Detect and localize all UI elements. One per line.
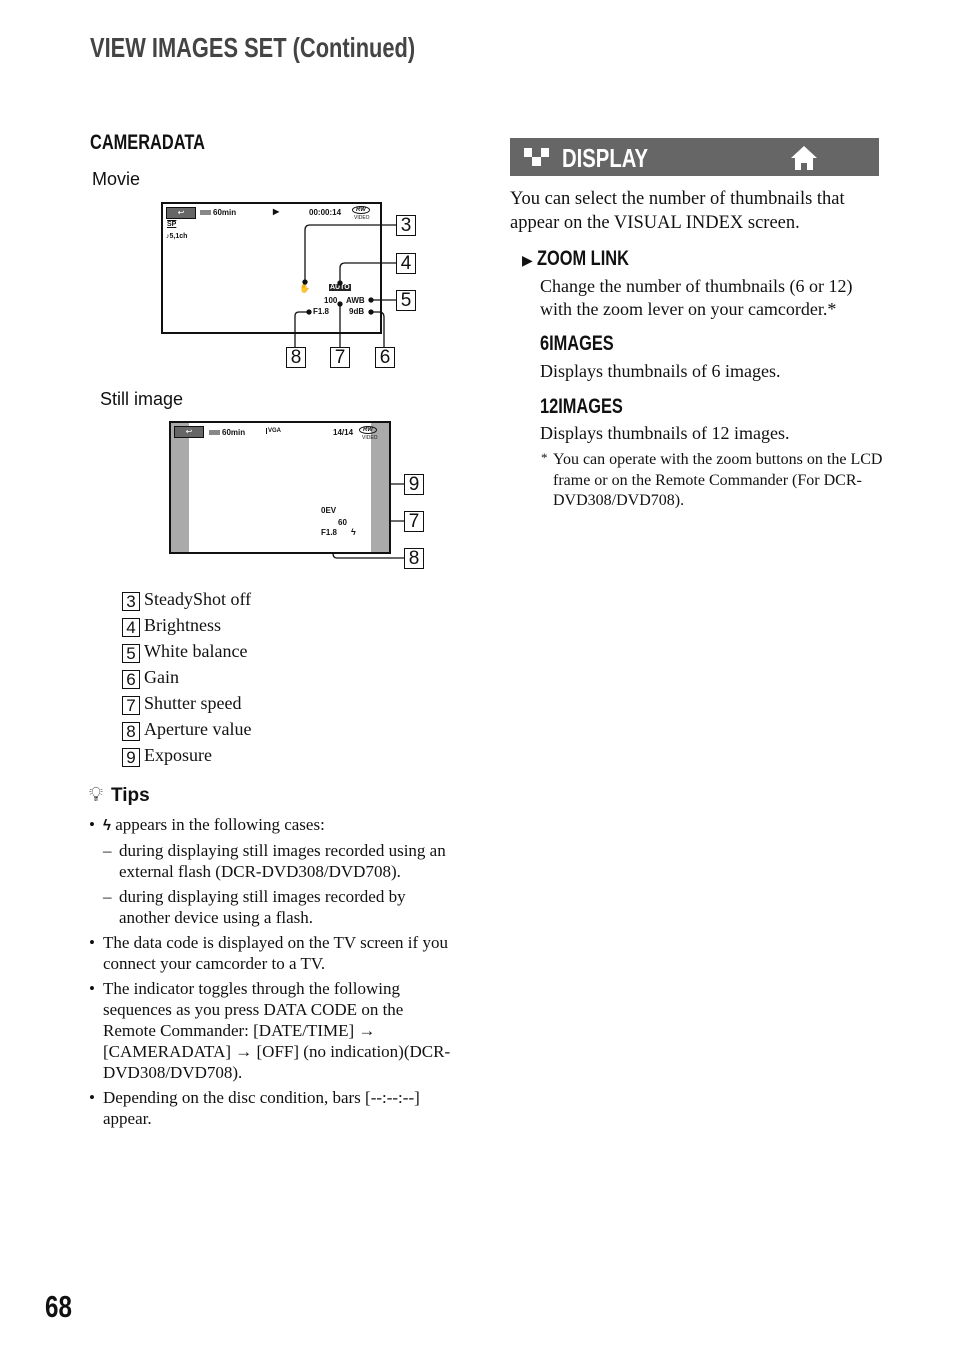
legend-num: 4: [122, 618, 140, 637]
image-size: VGA: [266, 428, 282, 434]
legend-num: 8: [122, 722, 140, 741]
tip-text: during displaying still images recorded …: [119, 841, 446, 881]
legend-label: Exposure: [144, 745, 212, 765]
side-bar-right: [371, 423, 389, 552]
tip-item: • ϟ appears in the following cases:: [89, 815, 325, 834]
callout-7: 7: [404, 511, 424, 532]
battery-text: 60min: [222, 428, 246, 437]
page-number: 68: [45, 1289, 72, 1324]
legend-label: SteadyShot off: [144, 589, 252, 609]
option-heading: 6IMAGES: [540, 332, 614, 355]
legend-item: 5 White balance: [122, 641, 248, 663]
option-text: Displays thumbnails of 12 images.: [540, 423, 790, 443]
disc-rw-icon: RW: [359, 426, 377, 434]
side-bar-left: [171, 423, 189, 552]
aperture: F1.8: [321, 528, 338, 537]
tips-heading: Tips: [111, 785, 150, 806]
option-text: Displays thumbnails of 6 images.: [540, 361, 781, 381]
tip-text: The data code is displayed on the TV scr…: [103, 933, 448, 973]
option-zoom-link: ▶ ZOOM LINK: [522, 247, 655, 271]
option-heading: ZOOM LINK: [536, 247, 629, 270]
lightbulb-icon: 💡︎: [89, 784, 103, 806]
legend-item: 3 SteadyShot off: [122, 589, 252, 611]
tip-text: during displaying still images recorded …: [119, 887, 406, 927]
tip-item: • The indicator toggles through the follo…: [89, 979, 451, 1082]
tips-heading-row: 💡︎ Tips: [89, 784, 150, 807]
battery-indicator: 60min: [209, 428, 245, 437]
callout-3: 3: [396, 215, 416, 236]
arrow-right-icon: ▶: [522, 252, 533, 268]
display-section-bar: DISPLAY: [510, 138, 879, 176]
legend-label: Brightness: [144, 615, 222, 635]
disc-sub: VIDEO: [362, 435, 378, 441]
display-intro: You can select the number of thumbnails …: [510, 189, 845, 233]
display-title: DISPLAY: [562, 143, 649, 173]
legend-item: 7 Shutter speed: [122, 693, 242, 715]
callout-4: 4: [396, 253, 416, 274]
legend-label: Gain: [144, 667, 179, 687]
footnote: You can operate with the zoom buttons on…: [553, 451, 883, 509]
flash-icon: ϟ: [103, 817, 111, 834]
home-icon[interactable]: [790, 145, 818, 176]
legend-num: 3: [122, 592, 140, 611]
callout-8: 8: [404, 548, 424, 569]
exposure: 0EV: [321, 506, 337, 515]
option-text: Change the number of thumbnails (6 or 12…: [540, 276, 853, 319]
image-counter: 14/14: [333, 428, 354, 437]
legend-item: 9 Exposure: [122, 745, 212, 767]
option-heading: 12IMAGES: [540, 395, 623, 418]
tip-text: appears in the following cases:: [115, 815, 325, 834]
legend-item: 8 Aperture value: [122, 719, 252, 741]
legend-num: 7: [122, 696, 140, 715]
callout-9: 9: [404, 474, 424, 495]
footnote-mark: *: [541, 450, 548, 465]
flash-icon: ϟ: [351, 527, 356, 537]
legend-item: 6 Gain: [122, 667, 179, 689]
callout-6: 6: [375, 347, 395, 368]
tip-subitem: – during displaying still images recorded…: [103, 887, 406, 927]
still-image-label: Still image: [100, 389, 184, 409]
legend-label: Aperture value: [144, 719, 252, 739]
tip-text: Depending on the disc condition, bars [-…: [103, 1088, 420, 1128]
legend-item: 4 Brightness: [122, 615, 222, 637]
callout-7: 7: [330, 347, 350, 368]
legend-num: 9: [122, 748, 140, 767]
callout-8: 8: [286, 347, 306, 368]
legend-label: Shutter speed: [144, 693, 242, 713]
return-icon: ↩: [174, 426, 204, 438]
shutter-speed: 60: [338, 518, 347, 527]
tip-subitem: – during displaying still images recorded…: [103, 841, 446, 881]
tip-item: • The data code is displayed on the TV sc…: [89, 933, 448, 973]
legend-num: 6: [122, 670, 140, 689]
tips-list: • ϟ appears in the following cases: – duri…: [89, 814, 454, 1129]
tip-item: • Depending on the disc condition, bars […: [89, 1088, 420, 1128]
tip-text: The indicator toggles through the follow…: [103, 979, 451, 1082]
legend-num: 5: [122, 644, 140, 663]
legend-label: White balance: [144, 641, 248, 661]
callout-5: 5: [396, 290, 416, 311]
thumbnail-grid-icon: [524, 148, 549, 166]
